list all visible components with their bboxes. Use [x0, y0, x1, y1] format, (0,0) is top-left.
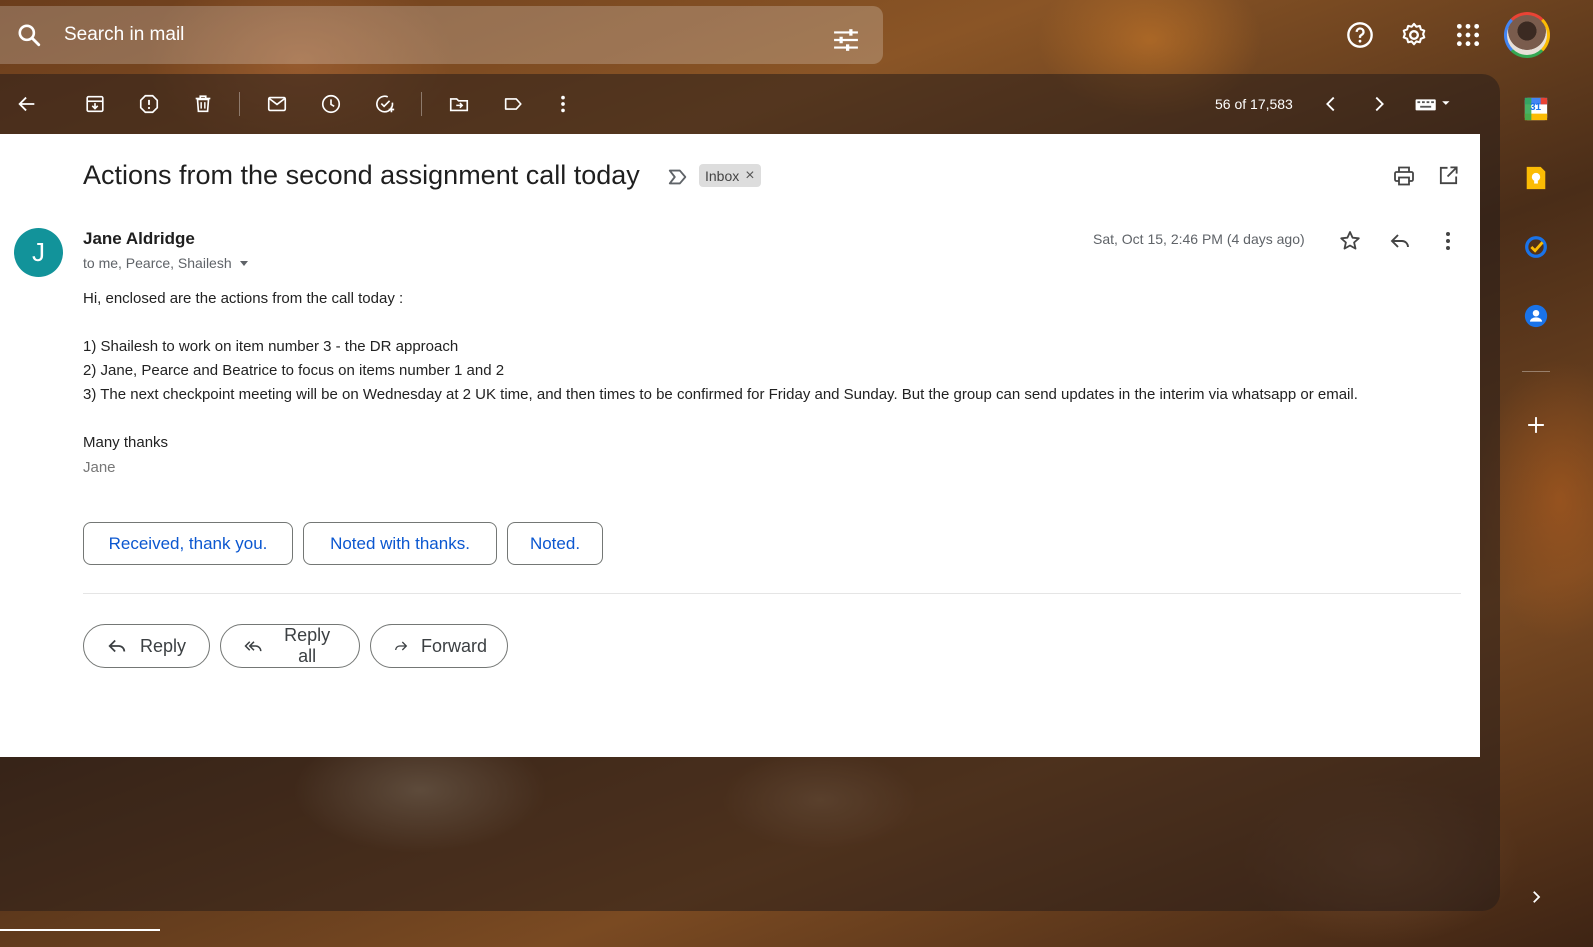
search-icon[interactable] [16, 22, 42, 48]
search-input[interactable] [64, 20, 764, 50]
message-more-icon[interactable] [1436, 229, 1460, 258]
archive-icon[interactable] [83, 92, 107, 116]
older-chevron-right-icon[interactable] [1367, 92, 1391, 116]
recipients-text: to me, Pearce, Shailesh [83, 255, 232, 271]
reply-all-button[interactable]: Reply all [220, 624, 360, 668]
back-arrow-icon[interactable] [15, 92, 39, 116]
smart-reply-noted[interactable]: Noted. [507, 522, 603, 565]
calendar-icon[interactable]: 31 [1522, 95, 1550, 123]
recipients-dropdown-icon[interactable] [238, 257, 250, 269]
toolbar-divider [421, 92, 422, 116]
body-action-1: 1) Shailesh to work on item number 3 - t… [83, 338, 459, 355]
forward-button[interactable]: Forward [370, 624, 508, 668]
forward-arrow-icon [395, 641, 408, 651]
recipients-line[interactable]: to me, Pearce, Shailesh [83, 255, 250, 271]
move-to-folder-icon[interactable] [447, 92, 471, 116]
newer-chevron-left-icon[interactable] [1319, 92, 1343, 116]
body-closing: Many thanks [83, 434, 169, 451]
apps-grid-icon[interactable] [1452, 19, 1484, 51]
print-icon[interactable] [1392, 164, 1416, 193]
body-action-3: 3) The next checkpoint meeting will be o… [83, 386, 1358, 403]
email-date: Sat, Oct 15, 2:46 PM (4 days ago) [1093, 231, 1305, 247]
search-options-icon[interactable] [833, 28, 859, 52]
open-new-window-icon[interactable] [1437, 164, 1460, 192]
bottom-edge-strip [0, 929, 160, 931]
star-icon[interactable] [1338, 229, 1362, 258]
label-tag-icon[interactable] [501, 92, 525, 116]
remove-label-icon[interactable]: × [745, 167, 754, 185]
mark-unread-icon[interactable] [265, 92, 289, 116]
content-divider [83, 593, 1461, 594]
add-addon-plus-icon[interactable] [1522, 411, 1550, 439]
email-subject: Actions from the second assignment call … [83, 160, 640, 190]
reply-label: Reply [140, 635, 187, 656]
input-tools-keyboard-icon[interactable] [1413, 92, 1453, 116]
snooze-clock-icon[interactable] [319, 92, 343, 116]
delete-trash-icon[interactable] [191, 92, 215, 116]
more-vertical-icon[interactable] [551, 92, 575, 116]
search-bar [0, 6, 883, 64]
message-counter: 56 of 17,583 [1215, 96, 1293, 112]
body-action-2: 2) Jane, Pearce and Beatrice to focus on… [83, 362, 505, 379]
contacts-icon[interactable] [1522, 302, 1550, 330]
reply-icon[interactable] [1388, 229, 1412, 258]
sender-name[interactable]: Jane Aldridge [83, 229, 195, 249]
settings-gear-icon[interactable] [1398, 19, 1430, 51]
account-avatar[interactable] [1504, 12, 1550, 58]
reply-all-arrow-icon [244, 641, 262, 652]
toolbar-divider [239, 92, 240, 116]
inbox-label-chip: Inbox × [699, 164, 761, 187]
reply-arrow-icon [108, 639, 126, 653]
reply-button[interactable]: Reply [83, 624, 210, 668]
reply-all-label: Reply all [284, 625, 331, 666]
report-spam-icon[interactable] [137, 92, 161, 116]
email-view [0, 134, 1480, 757]
smart-reply-received[interactable]: Received, thank you. [83, 522, 293, 565]
importance-marker-icon[interactable] [667, 166, 689, 193]
signature: Jane [83, 459, 116, 476]
help-icon[interactable] [1344, 19, 1376, 51]
body-greeting: Hi, enclosed are the actions from the ca… [83, 290, 404, 307]
forward-label: Forward [420, 635, 487, 656]
show-side-panel-chevron-icon[interactable] [1522, 883, 1550, 911]
add-to-tasks-icon[interactable] [373, 92, 397, 116]
calendar-day: 31 [1530, 102, 1542, 113]
keep-notes-icon[interactable] [1522, 164, 1550, 192]
tasks-icon[interactable] [1522, 233, 1550, 261]
smart-reply-noted-thanks[interactable]: Noted with thanks. [303, 522, 497, 565]
sender-avatar[interactable]: J [14, 228, 63, 277]
inbox-label-text: Inbox [705, 167, 740, 184]
side-panel-divider [1522, 371, 1550, 372]
